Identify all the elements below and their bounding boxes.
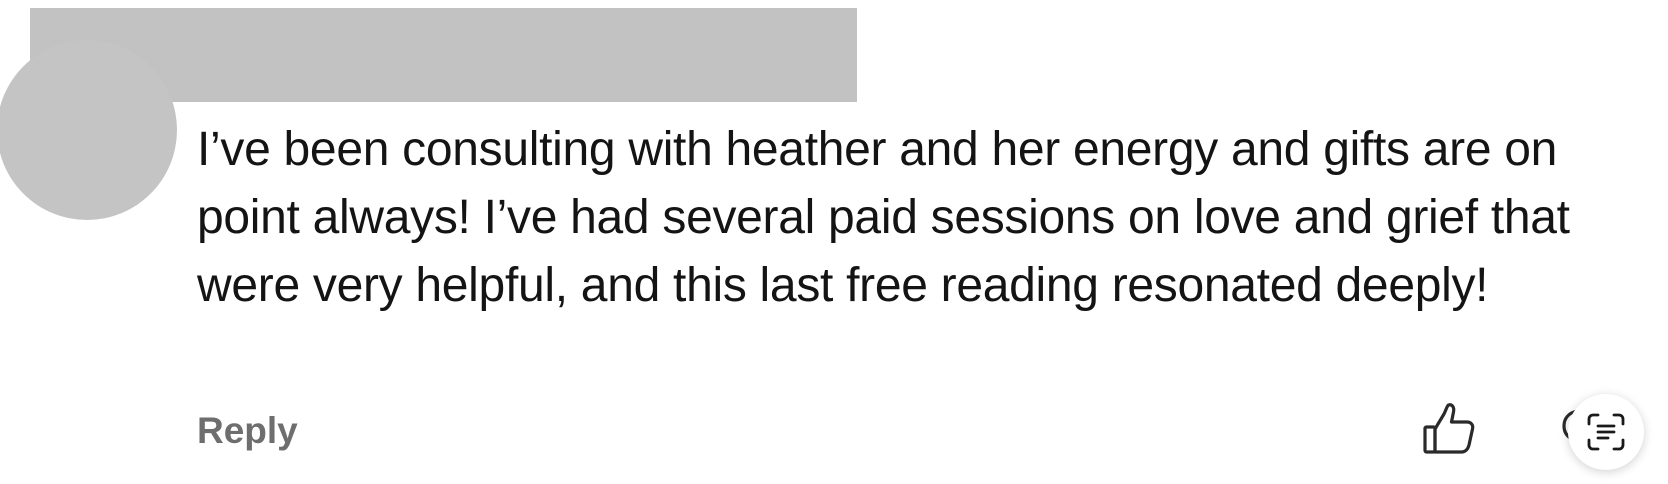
live-text-scan-icon	[1587, 413, 1625, 451]
comment-text: I’ve been consulting with heather and he…	[197, 123, 1570, 312]
thumbs-up-icon	[1423, 403, 1475, 454]
avatar[interactable]	[0, 40, 177, 220]
reply-button[interactable]: Reply	[197, 410, 298, 452]
live-text-scan-button[interactable]	[1568, 394, 1644, 470]
like-button[interactable]	[1420, 400, 1478, 458]
